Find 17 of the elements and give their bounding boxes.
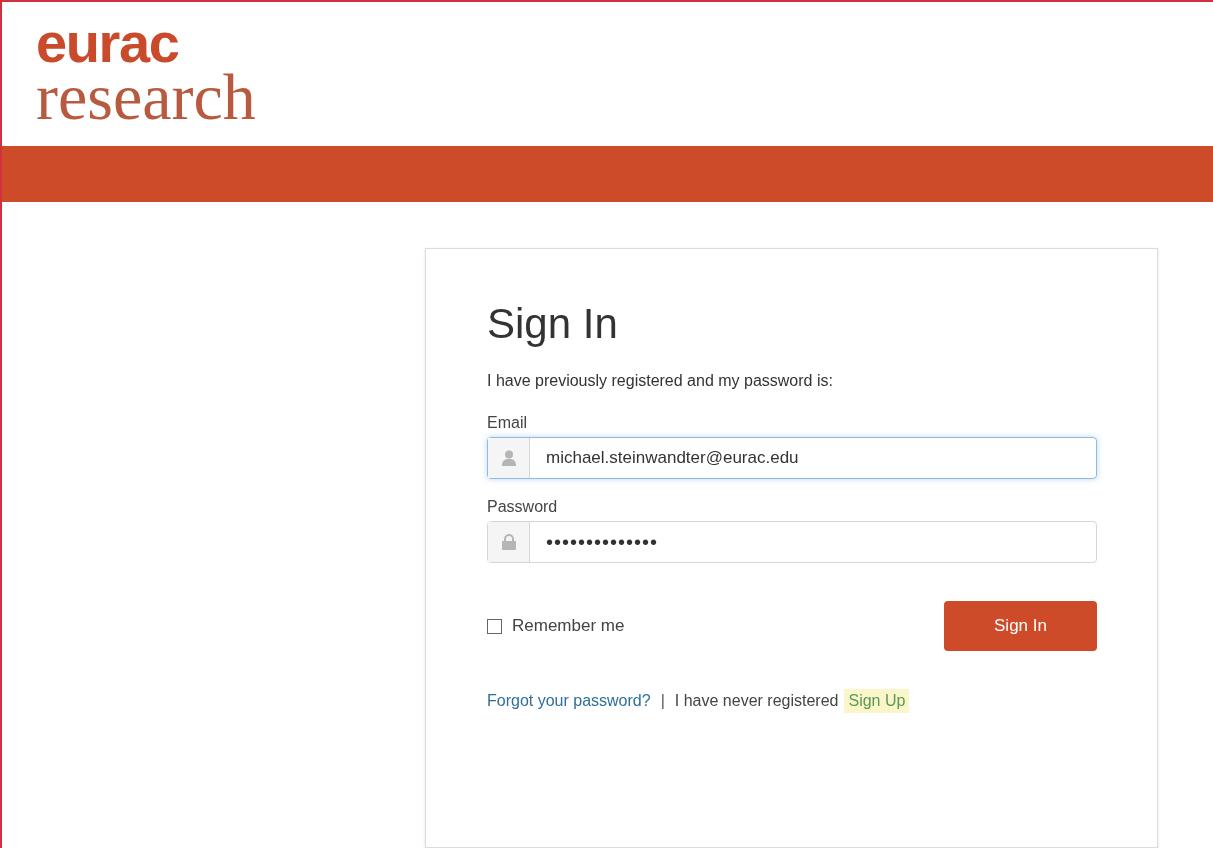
logo-wordmark: eurac [36, 20, 179, 66]
user-icon [501, 450, 516, 466]
field-label: Password [487, 497, 559, 517]
input-field[interactable]: michael.steinwandter@eurac.edu [487, 437, 1097, 479]
checkbox-label: Remember me [512, 615, 625, 638]
forgot-password-link[interactable]: Forgot your password? [487, 689, 651, 713]
logo-subtitle: research [36, 66, 257, 128]
never-registered-text: I have never registered [674, 691, 839, 711]
intro-text: I have previously registered and my password is: [487, 371, 834, 391]
field-label: Email [487, 413, 528, 433]
remember-checkbox[interactable] [487, 618, 502, 634]
separator-text: | [660, 691, 665, 711]
lock-icon [501, 534, 516, 550]
sign-up-link[interactable]: Sign Up [844, 689, 910, 713]
card-title: Sign In [487, 299, 619, 349]
input-field[interactable]: •••••••••••••• [487, 521, 1097, 563]
sign-in-button[interactable]: Sign In [944, 601, 1097, 651]
